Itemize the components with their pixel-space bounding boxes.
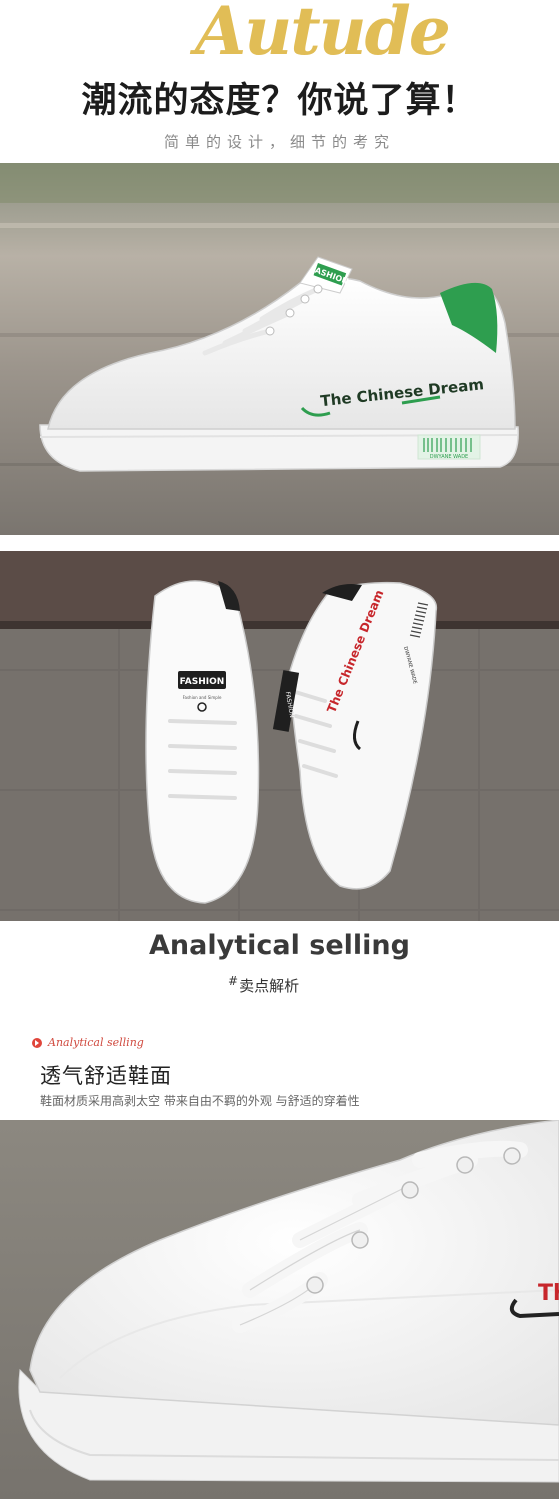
script-word: Autude: [195, 0, 451, 70]
hash-mark: #: [228, 974, 239, 988]
feature-description: 鞋面材质采用高剥太空 带来自由不羁的外观 与舒适的穿着性: [40, 1094, 360, 1108]
shoe-closeup-image: Th: [0, 1120, 559, 1499]
selling-subtitle-text: 卖点解析: [239, 977, 300, 995]
feature-tag-text: Analytical selling: [48, 1036, 144, 1049]
feature-tag: Analytical selling: [32, 1036, 144, 1049]
header-banner: Autude 潮流的态度？你说了算！ 简单的设计，细节的考究: [0, 0, 559, 163]
shoe-side-image: FASHION The Chinese Dream DWYANE WADE: [0, 163, 559, 535]
product-photo-side-view: FASHION The Chinese Dream DWYANE WADE: [0, 163, 559, 535]
pair-tongue-label: FASHION: [180, 677, 225, 687]
sub-headline: 简单的设计，细节的考究: [163, 133, 395, 151]
closeup-side-print: Th: [538, 1281, 559, 1306]
heel-tag-text: DWYANE WADE: [430, 454, 468, 460]
product-photo-pair-view: FASHION Fashion and Simple DWYANE WADE T…: [0, 551, 559, 921]
pair-tongue-sub: Fashion and Simple: [183, 695, 222, 700]
shoe-pair-image: FASHION Fashion and Simple DWYANE WADE T…: [0, 551, 559, 921]
selling-subtitle: #卖点解析: [228, 974, 299, 996]
product-photo-closeup: Th: [0, 1120, 559, 1499]
play-arrow-icon: [32, 1037, 42, 1048]
selling-title: Analytical selling: [149, 930, 410, 961]
main-headline: 潮流的态度？你说了算！: [81, 81, 478, 121]
feature-title: 透气舒适鞋面: [40, 1064, 172, 1088]
